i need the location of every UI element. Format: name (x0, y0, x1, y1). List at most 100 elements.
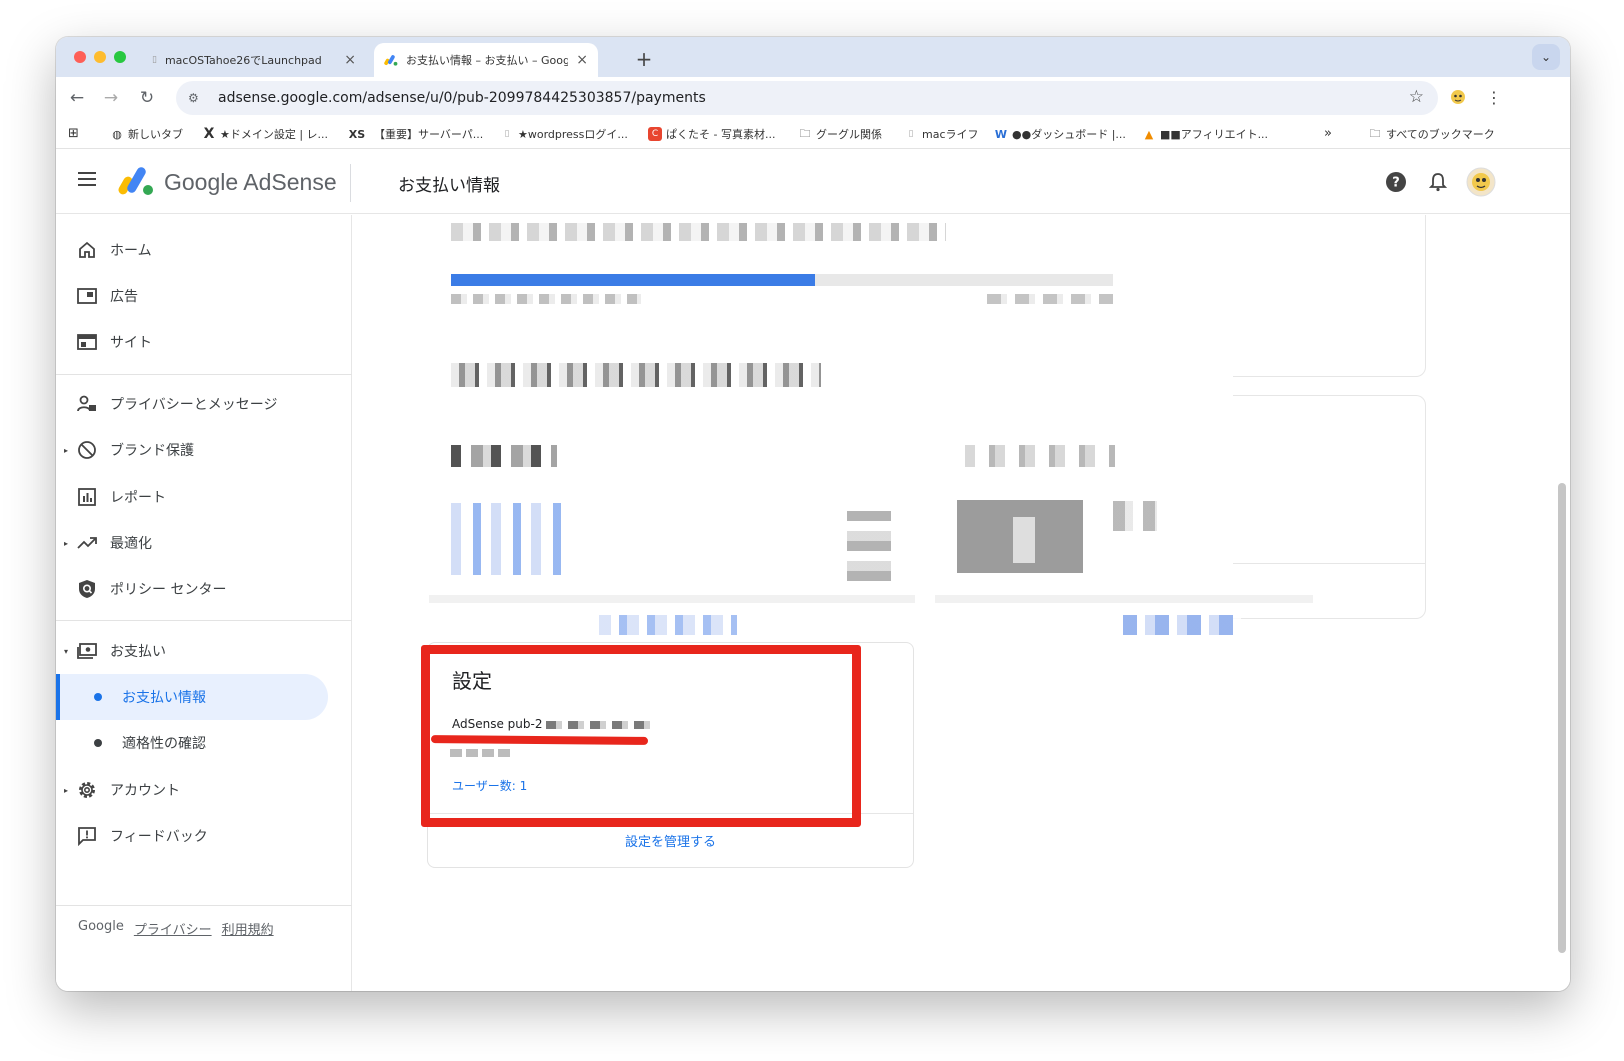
sidebar: ホーム 広告 サイト プライバシーとメッセージ ▸ ブランド保護 レポート ▸ … (56, 215, 352, 991)
right-card-top (1233, 215, 1426, 377)
scrollbar[interactable] (1558, 483, 1566, 953)
bookmark-domain[interactable]: X ★ドメイン設定 | レ... (202, 126, 328, 142)
bookmark-new-tab[interactable]: ◍ 新しいタブ (110, 126, 183, 142)
dashboard-icon: W (994, 127, 1008, 141)
block-icon (76, 439, 98, 461)
chevron-down-icon[interactable]: ⌄ (1532, 44, 1560, 70)
redacted-heading (451, 445, 557, 467)
bookmark-all[interactable]: 🗀 すべてのブックマーク (1368, 126, 1495, 142)
footer-privacy-link[interactable]: プライバシー (134, 919, 212, 938)
bookmark-affiliate[interactable]: ▲ ■■アフィリエイト... (1142, 126, 1268, 142)
feedback-icon (76, 825, 98, 847)
caret-down-icon: ▾ (64, 646, 69, 656)
page-icon: ▯ (152, 55, 157, 65)
url-text[interactable]: adsense.google.com/adsense/u/0/pub-20997… (218, 90, 706, 106)
bookmark-star-icon[interactable]: ☆ (1409, 87, 1424, 107)
redacted-link-text (599, 615, 737, 635)
header-divider (350, 164, 351, 202)
privacy-icon (76, 393, 98, 415)
bookmark-pakutaso[interactable]: C ぱくたそ - 写真素材... (648, 126, 775, 142)
browser-window: ▯ macOSTahoe26でLaunchpad × お支払い情報 – お支払い… (56, 37, 1570, 991)
minimize-window-button[interactable] (94, 51, 106, 63)
forward-button[interactable]: → (100, 87, 122, 109)
tab-title: お支払い情報 – お支払い – Goog (406, 54, 569, 67)
sites-icon (76, 331, 98, 353)
address-bar[interactable]: ⚙ adsense.google.com/adsense/u/0/pub-209… (176, 81, 1438, 115)
sidebar-item-reports[interactable]: レポート (56, 475, 352, 519)
page-title: お支払い情報 (398, 176, 500, 196)
menu-icon[interactable] (78, 172, 98, 188)
bookmark-server[interactable]: XS 【重要】サーバーパ... (348, 126, 483, 142)
redacted-text (847, 511, 891, 583)
sidebar-item-feedback[interactable]: フィードバック (56, 814, 352, 858)
adsense-favicon-icon (384, 54, 398, 66)
tab-launchpad[interactable]: ▯ macOSTahoe26でLaunchpad × (142, 43, 366, 77)
profile-extension-icon[interactable] (1448, 87, 1468, 107)
tab-payments[interactable]: お支払い情報 – お支払い – Goog × (374, 43, 598, 77)
close-icon[interactable]: × (576, 52, 588, 68)
payment-progress-bar (451, 274, 1113, 286)
sidebar-item-payments[interactable]: ▾ お支払い (56, 629, 352, 673)
xs-logo-icon: XS (348, 127, 366, 141)
page-icon: ▯ (908, 129, 914, 139)
caret-right-icon: ▸ (64, 445, 69, 455)
sidebar-item-sites[interactable]: サイト (56, 320, 352, 364)
globe-icon: ◍ (112, 127, 122, 141)
sidebar-item-account[interactable]: ▸ アカウント (56, 768, 352, 812)
bookmark-dashboard[interactable]: W ●●ダッシュボード |... (994, 126, 1126, 142)
bullet-dot-icon (94, 693, 102, 701)
menu-kebab-icon[interactable]: ⋮ (1484, 87, 1504, 107)
close-window-button[interactable] (74, 51, 86, 63)
redacted-heading (965, 445, 1115, 467)
apps-grid-icon[interactable]: ⊞ (68, 126, 79, 141)
footer-terms-link[interactable]: 利用規約 (222, 919, 274, 938)
redacted-text (451, 294, 641, 304)
right-card-divider (1233, 563, 1426, 564)
zoom-window-button[interactable] (114, 51, 126, 63)
avatar[interactable] (1466, 167, 1496, 197)
caret-right-icon: ▸ (64, 538, 69, 548)
nav-divider (56, 374, 352, 375)
sidebar-item-brand-safety[interactable]: ▸ ブランド保護 (56, 428, 352, 472)
sidebar-item-eligibility[interactable]: 適格性の確認 (56, 720, 328, 766)
sidebar-item-home[interactable]: ホーム (56, 228, 352, 272)
tab-title: macOSTahoe26でLaunchpad (164, 54, 322, 67)
page-icon: ▯ (504, 129, 510, 139)
folder-icon: 🗀 (799, 126, 811, 140)
bookmarks-bar: ⊞ ◍ 新しいタブ X ★ドメイン設定 | レ... XS 【重要】サーバーパ... … (56, 119, 1570, 149)
redacted-text (987, 294, 1113, 304)
more-bookmarks-icon[interactable]: » (1324, 126, 1332, 141)
sidebar-item-privacy[interactable]: プライバシーとメッセージ (56, 382, 352, 426)
new-tab-button[interactable]: + (630, 45, 658, 73)
bookmark-wordpress[interactable]: ▯ ★wordpressログイ... (500, 126, 628, 142)
bookmark-google-folder[interactable]: 🗀 グーグル関係 (798, 126, 883, 142)
app-header: Google AdSense お支払い情報 ? (56, 150, 1570, 214)
reports-icon (76, 486, 98, 508)
redacted-text (1113, 501, 1157, 531)
help-icon[interactable]: ? (1384, 170, 1408, 194)
sidebar-item-ads[interactable]: 広告 (56, 274, 352, 318)
close-icon[interactable]: × (344, 52, 356, 68)
redacted-link-text (451, 503, 569, 575)
right-card-bottom (1233, 395, 1426, 619)
sidebar-item-payment-info[interactable]: お支払い情報 (56, 674, 328, 720)
bookmark-mac-life[interactable]: ▯ macライフ (904, 126, 979, 142)
sidebar-item-policy-center[interactable]: ポリシー センター (56, 567, 352, 611)
manage-settings-link[interactable]: 設定を管理する (428, 831, 913, 850)
notifications-bell-icon[interactable] (1426, 170, 1450, 194)
site-settings-icon[interactable]: ⚙ (188, 91, 206, 105)
back-button[interactable]: ← (66, 87, 88, 109)
pakutaso-icon: C (648, 127, 662, 141)
redacted-text (451, 363, 821, 387)
folder-icon: 🗀 (1369, 126, 1381, 140)
redacted-image (1013, 517, 1035, 563)
affiliate-icon: ▲ (1144, 127, 1154, 141)
reload-button[interactable]: ↻ (136, 87, 158, 109)
tab-strip: ▯ macOSTahoe26でLaunchpad × お支払い情報 – お支払い… (56, 37, 1570, 77)
sidebar-footer: Google プライバシー 利用規約 (78, 919, 274, 938)
section-divider (935, 595, 1313, 603)
caret-right-icon: ▸ (64, 785, 69, 795)
gear-icon (76, 779, 98, 801)
payment-progress-fill (451, 274, 816, 286)
sidebar-item-optimization[interactable]: ▸ 最適化 (56, 521, 352, 565)
